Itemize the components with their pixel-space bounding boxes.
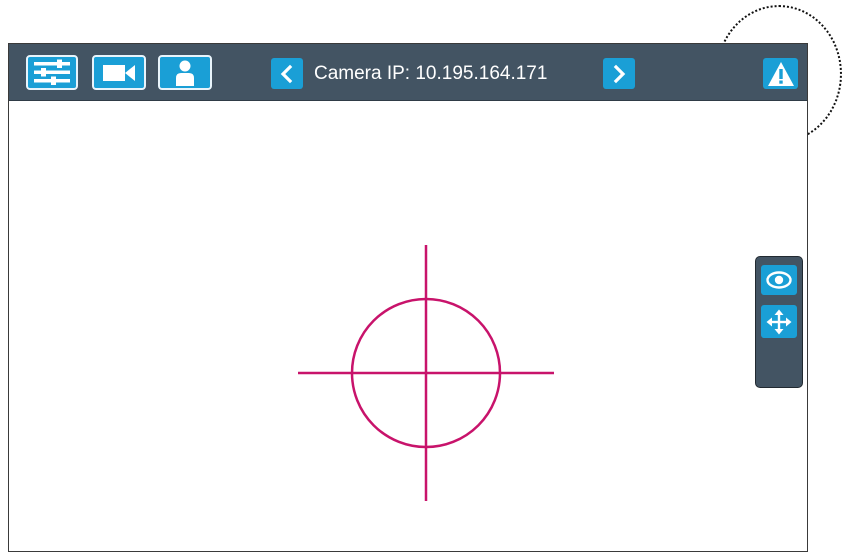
camera-button[interactable] xyxy=(92,55,146,90)
chevron-left-icon xyxy=(280,64,293,83)
eye-icon xyxy=(766,271,792,289)
user-button[interactable] xyxy=(158,55,212,90)
sliders-icon xyxy=(34,59,70,85)
alert-button[interactable] xyxy=(763,58,798,89)
settings-button[interactable] xyxy=(26,55,78,90)
camera-viewport[interactable] xyxy=(9,101,807,551)
user-icon xyxy=(176,60,194,86)
top-toolbar: Camera IP: 10.195.164.171 xyxy=(9,44,807,101)
crosshair-reticle xyxy=(298,245,554,501)
camera-ip-label: Camera IP: 10.195.164.171 xyxy=(314,63,548,84)
video-camera-icon xyxy=(103,64,135,81)
camera-app-window: Camera IP: 10.195.164.171 xyxy=(8,43,808,552)
next-camera-button[interactable] xyxy=(603,58,635,89)
chevron-right-icon xyxy=(613,64,626,83)
move-arrows-icon xyxy=(766,309,792,334)
side-control-panel xyxy=(755,256,803,388)
previous-camera-button[interactable] xyxy=(271,58,303,89)
warning-icon xyxy=(767,61,794,86)
view-button[interactable] xyxy=(761,265,797,295)
move-button[interactable] xyxy=(761,305,797,338)
